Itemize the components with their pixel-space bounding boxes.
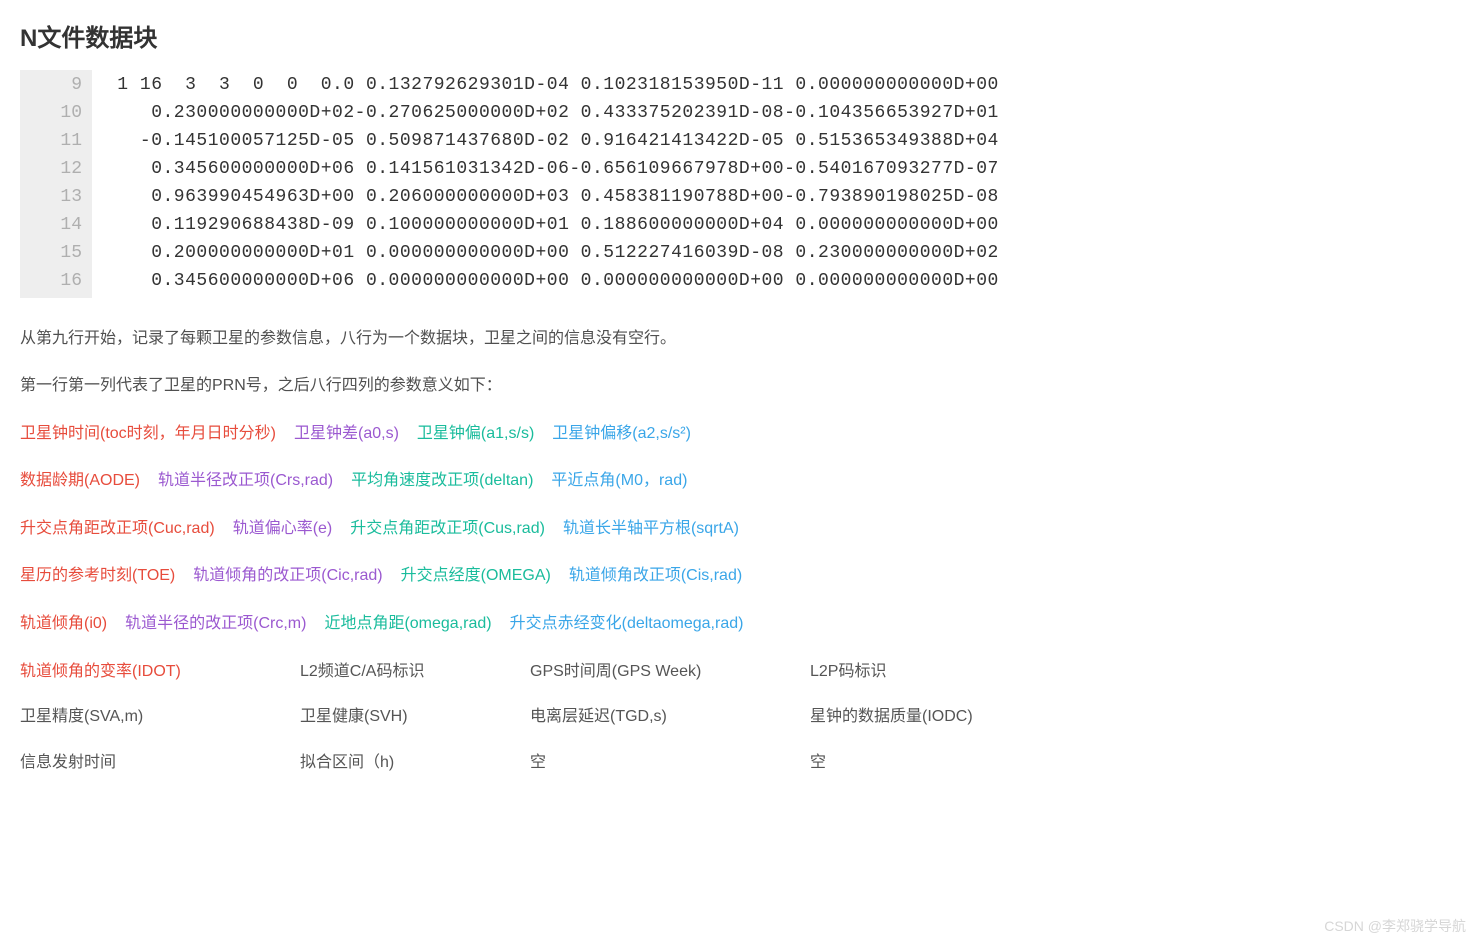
line-number-gutter: 9 10 11 12 13 14 15 16	[20, 70, 92, 297]
param-row: 轨道倾角(i0) 轨道半径的改正项(Crc,m) 近地点角距(omega,rad) 升…	[20, 611, 1464, 637]
param-label: 轨道倾角(i0)	[20, 611, 107, 637]
param-label: 拟合区间（h)	[300, 750, 530, 776]
param-label: 卫星精度(SVA,m)	[20, 704, 300, 730]
code-content: 1 16 3 3 0 0 0.0 0.132792629301D-04 0.10…	[92, 70, 999, 297]
param-label: 信息发射时间	[20, 750, 300, 776]
param-label: 轨道倾角的改正项(Cic,rad)	[193, 563, 382, 589]
param-label: 轨道倾角改正项(Cis,rad)	[569, 563, 742, 589]
param-label: 轨道半径的改正项(Crc,m)	[125, 611, 306, 637]
param-row: 数据龄期(AODE) 轨道半径改正项(Crs,rad) 平均角速度改正项(delta…	[20, 468, 1464, 494]
param-label: 平均角速度改正项(deltan)	[351, 468, 533, 494]
param-label: 卫星钟偏(a1,s/s)	[417, 421, 534, 447]
param-label: 轨道长半轴平方根(sqrtA)	[563, 516, 739, 542]
paragraph-1: 从第九行开始，记录了每颗卫星的参数信息，八行为一个数据块，卫星之间的信息没有空行…	[20, 326, 1464, 352]
param-row: 星历的参考时刻(TOE) 轨道倾角的改正项(Cic,rad) 升交点经度(OMEGA…	[20, 563, 1464, 589]
param-label: 卫星钟时间(toc时刻，年月日时分秒)	[20, 421, 276, 447]
param-row: 信息发射时间拟合区间（h)空空	[20, 750, 1464, 776]
param-label: 星历的参考时刻(TOE)	[20, 563, 175, 589]
param-label: 星钟的数据质量(IODC)	[810, 704, 1070, 730]
param-label: 卫星钟差(a0,s)	[294, 421, 399, 447]
param-label: 空	[530, 750, 810, 776]
param-label: 升交点角距改正项(Cus,rad)	[350, 516, 545, 542]
param-row: 卫星钟时间(toc时刻，年月日时分秒) 卫星钟差(a0,s) 卫星钟偏(a1,s/s…	[20, 421, 1464, 447]
param-row: 卫星精度(SVA,m)卫星健康(SVH)电离层延迟(TGD,s)星钟的数据质量(…	[20, 704, 1464, 730]
code-block: 9 10 11 12 13 14 15 16 1 16 3 3 0 0 0.0 …	[20, 70, 1464, 297]
param-label: GPS时间周(GPS Week)	[530, 659, 810, 685]
param-label: 轨道偏心率(e)	[233, 516, 333, 542]
param-label: 平近点角(M0，rad)	[551, 468, 687, 494]
param-label: 升交点经度(OMEGA)	[401, 563, 551, 589]
param-row: 升交点角距改正项(Cuc,rad) 轨道偏心率(e) 升交点角距改正项(Cus,ra…	[20, 516, 1464, 542]
paragraph-2: 第一行第一列代表了卫星的PRN号，之后八行四列的参数意义如下：	[20, 373, 1464, 399]
param-label: 电离层延迟(TGD,s)	[530, 704, 810, 730]
section-title: N文件数据块	[20, 20, 1464, 58]
param-label: 空	[810, 750, 1070, 776]
param-label: 升交点角距改正项(Cuc,rad)	[20, 516, 215, 542]
param-label: 升交点赤经变化(deltaomega,rad)	[510, 611, 744, 637]
param-rows-colored: 卫星钟时间(toc时刻，年月日时分秒) 卫星钟差(a0,s) 卫星钟偏(a1,s/s…	[20, 421, 1464, 637]
param-label: 轨道倾角的变率(IDOT)	[20, 659, 300, 685]
param-label: 卫星钟偏移(a2,s/s²)	[552, 421, 691, 447]
param-label: 轨道半径改正项(Crs,rad)	[158, 468, 333, 494]
param-label: 数据龄期(AODE)	[20, 468, 140, 494]
watermark: CSDN @李郑骁学导航	[1324, 915, 1466, 937]
param-label: L2P码标识	[810, 659, 1070, 685]
param-label: 近地点角距(omega,rad)	[324, 611, 491, 637]
param-rows-table: 轨道倾角的变率(IDOT)L2频道C/A码标识GPS时间周(GPS Week)L…	[20, 659, 1464, 776]
param-row: 轨道倾角的变率(IDOT)L2频道C/A码标识GPS时间周(GPS Week)L…	[20, 659, 1464, 685]
param-label: L2频道C/A码标识	[300, 659, 530, 685]
param-label: 卫星健康(SVH)	[300, 704, 530, 730]
